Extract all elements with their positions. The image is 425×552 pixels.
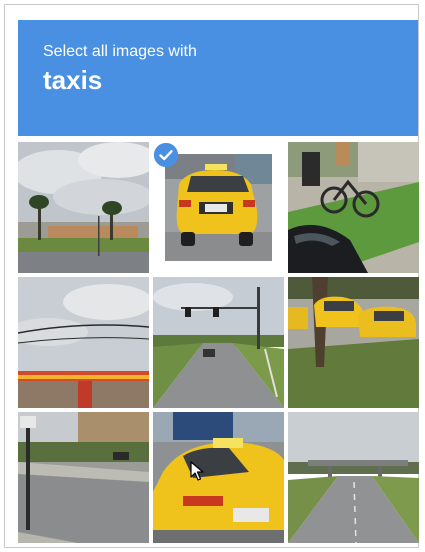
tile-image-frame	[165, 154, 272, 261]
image-tile-r1-c3[interactable]	[288, 142, 419, 273]
image-tile-r2-c2[interactable]	[153, 277, 284, 408]
tile-image	[153, 277, 284, 408]
image-tile-r1-c1[interactable]	[18, 142, 149, 273]
image-tile-r2-c1[interactable]	[18, 277, 149, 408]
tile-image	[165, 154, 272, 261]
tile-image	[18, 412, 149, 543]
image-tile-r3-c1[interactable]	[18, 412, 149, 543]
selected-checkmark-icon	[154, 143, 178, 167]
tile-image	[288, 412, 419, 543]
tile-image	[288, 142, 419, 273]
tile-image	[18, 142, 149, 273]
image-tile-r1-c2[interactable]	[153, 142, 284, 273]
image-tile-r2-c3[interactable]	[288, 277, 419, 408]
challenge-instruction: Select all images with	[43, 43, 197, 60]
challenge-target-object: taxis	[43, 65, 103, 95]
image-grid	[18, 142, 422, 548]
challenge-header: Select all images with taxis	[18, 20, 418, 136]
image-tile-r3-c2[interactable]	[153, 412, 284, 543]
image-tile-r3-c3[interactable]	[288, 412, 419, 543]
tile-image	[153, 412, 284, 543]
tile-image	[288, 277, 419, 408]
tile-image	[18, 277, 149, 408]
